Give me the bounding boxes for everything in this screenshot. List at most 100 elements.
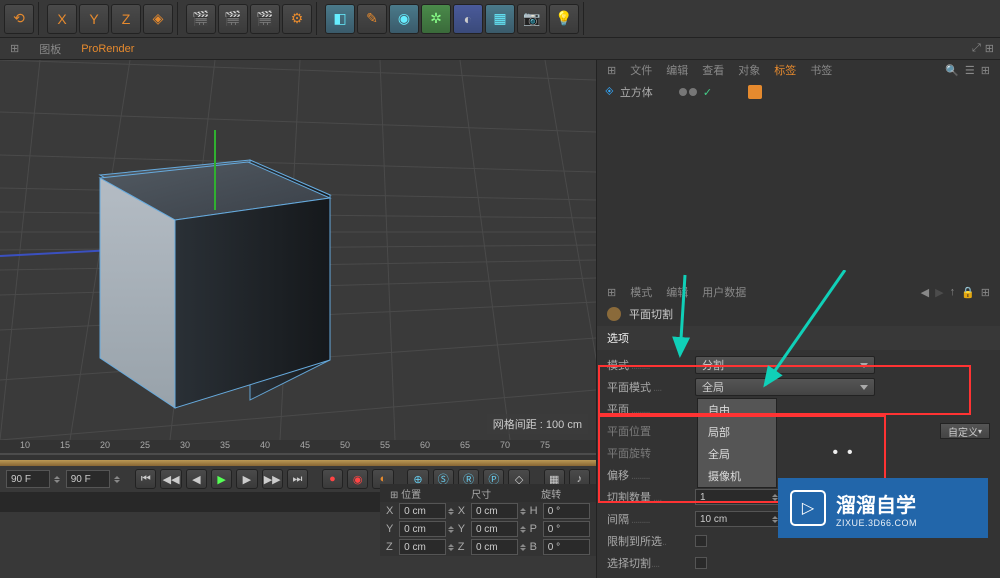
goto-end-button[interactable]: ⏭ (287, 469, 308, 489)
undo-icon[interactable]: ⟲ (4, 4, 34, 34)
grid-icon[interactable]: ⊞ (607, 64, 616, 77)
end-frame-input[interactable] (66, 470, 110, 488)
tl-mark: 15 (60, 440, 70, 450)
gap-input[interactable]: 10 cm (695, 511, 785, 527)
panel-menu-icon[interactable]: ⊞ (981, 286, 990, 299)
play-logo-icon: ▷ (790, 490, 826, 526)
prev-key-button[interactable]: ◀◀ (160, 469, 181, 489)
selcut-checkbox[interactable] (695, 557, 707, 569)
tab-bar: ⊞ 图板 ProRender ⤢ ⊞ (0, 38, 1000, 60)
pen-tool-icon[interactable]: ✎ (357, 4, 387, 34)
tl-mark: 70 (500, 440, 510, 450)
tl-mark: 40 (260, 440, 270, 450)
goto-start-button[interactable]: ⏮ (135, 469, 156, 489)
dd-free[interactable]: 自由 (698, 399, 776, 421)
render-settings-button[interactable]: ⚙ (282, 4, 312, 34)
viewport-3d[interactable]: 网格间距 : 100 cm (0, 60, 596, 440)
tl-mark: 20 (100, 440, 110, 450)
plane-mode-dropdown[interactable]: 自由 局部 全局 摄像机 (697, 398, 777, 488)
nav-fwd-icon[interactable]: ▶ (935, 286, 943, 299)
prev-frame-button[interactable]: ◀ (186, 469, 207, 489)
next-frame-button[interactable]: ▶ (236, 469, 257, 489)
tl-mark: 25 (140, 440, 150, 450)
layout-menu-icon[interactable]: ⊞ (985, 42, 994, 55)
play-button[interactable]: ▶ (211, 469, 232, 489)
tl-mark: 45 (300, 440, 310, 450)
render-queue-button[interactable]: 🎬 (250, 4, 280, 34)
cube-primitive-icon[interactable]: ◧ (325, 4, 355, 34)
expand-icon[interactable]: ⤢ (972, 42, 981, 55)
next-key-button[interactable]: ▶▶ (262, 469, 283, 489)
phong-tag-icon[interactable] (748, 85, 762, 99)
dd-local[interactable]: 局部 (698, 421, 776, 443)
om-tab-object[interactable]: 对象 (738, 62, 760, 78)
axis-x-button[interactable]: X (47, 4, 77, 34)
attr-row-plane: 平面 ......... (597, 398, 1000, 420)
cube-icon: 🞚 (605, 86, 614, 99)
om-tab-edit[interactable]: 编辑 (666, 62, 688, 78)
record-button[interactable]: ● (322, 469, 343, 489)
x-pos-input[interactable]: 0 cm (399, 503, 446, 519)
object-row-cube[interactable]: 🞚 立方体 ✓ (597, 80, 1000, 104)
om-tab-view[interactable]: 查看 (702, 62, 724, 78)
om-tab-tags[interactable]: 标签 (774, 62, 796, 78)
grid-info: 网格间距 : 100 cm (487, 414, 588, 434)
om-tab-bookmarks[interactable]: 书签 (810, 62, 832, 78)
tl-mark: 50 (340, 440, 350, 450)
watermark-sub: ZIXUE.3D66.COM (836, 518, 917, 528)
search-icon[interactable]: 🔍 (945, 64, 959, 77)
axis-y-button[interactable]: Y (79, 4, 109, 34)
autokey-button[interactable]: ◉ (347, 469, 368, 489)
dd-global[interactable]: 全局 (698, 443, 776, 465)
z-size-input[interactable]: 0 cm (471, 539, 518, 555)
top-toolbar: ⟲ X Y Z ◈ 🎬 🎬 🎬 ⚙ ◧ ✎ ◉ ✲ ◐ ▦ 📷 💡 (0, 0, 1000, 38)
environment-icon[interactable]: ▦ (485, 4, 515, 34)
axis-z-button[interactable]: Z (111, 4, 141, 34)
z-pos-input[interactable]: 0 cm (399, 539, 446, 555)
tl-mark: 55 (380, 440, 390, 450)
filter-icon[interactable]: ☰ (965, 64, 975, 77)
nav-back-icon[interactable]: ◀ (921, 286, 929, 299)
tl-mark: 65 (460, 440, 470, 450)
tl-mark: 60 (420, 440, 430, 450)
renderer-tab[interactable]: ProRender (81, 43, 134, 55)
timeline[interactable]: 10 15 20 25 30 35 40 45 50 55 60 65 70 7… (0, 440, 596, 460)
p-rot-input[interactable]: 0 ° (543, 521, 590, 537)
global-axis-icon[interactable]: ◈ (143, 4, 173, 34)
x-size-input[interactable]: 0 cm (471, 503, 518, 519)
tl-mark: 30 (180, 440, 190, 450)
attr-row-plane-rot: 平面旋转 • • (597, 442, 1000, 464)
start-frame-input[interactable] (6, 470, 50, 488)
object-name: 立方体 (620, 84, 653, 100)
lock-icon[interactable]: 🔒 (961, 286, 975, 299)
tl-mark: 10 (20, 440, 30, 450)
limit-checkbox[interactable] (695, 535, 707, 547)
attr-row-selcut: 选择切割.... (597, 552, 1000, 574)
grid-floor-icon (0, 60, 596, 440)
deformer-icon[interactable]: ◐ (453, 4, 483, 34)
light-icon[interactable]: 💡 (549, 4, 579, 34)
nurbs-icon[interactable]: ◉ (389, 4, 419, 34)
object-manager: ⊞ 文件 编辑 查看 对象 标签 书签 🔍 ☰ ⊞ 🞚 立方体 ✓ (597, 60, 1000, 282)
h-rot-input[interactable]: 0 ° (543, 503, 590, 519)
nav-up-icon[interactable]: ↑ (950, 286, 956, 298)
render-region-button[interactable]: 🎬 (218, 4, 248, 34)
camera-icon[interactable]: 📷 (517, 4, 547, 34)
custom-button[interactable]: 自定义▾ (940, 423, 990, 439)
tl-mark: 35 (220, 440, 230, 450)
om-tab-file[interactable]: 文件 (630, 62, 652, 78)
generator-icon[interactable]: ✲ (421, 4, 451, 34)
b-rot-input[interactable]: 0 ° (543, 539, 590, 555)
tl-mark: 75 (540, 440, 550, 450)
render-button[interactable]: 🎬 (186, 4, 216, 34)
viewport-grid-icon[interactable]: ⊞ (10, 42, 19, 55)
coord-panel: ⊞ 位置 尺寸 旋转 X 0 cm X 0 cm H 0 ° Y 0 cm Y … (380, 484, 596, 556)
attr-row-plane-pos: 平面位置 自定义▾ (597, 420, 1000, 442)
viewport-mode-tab[interactable]: 图板 (39, 41, 61, 57)
panel-menu-icon[interactable]: ⊞ (981, 64, 990, 77)
y-pos-input[interactable]: 0 cm (399, 521, 446, 537)
watermark-title: 溜溜自学 (836, 489, 917, 518)
dd-camera[interactable]: 摄像机 (698, 465, 776, 487)
cuts-input[interactable]: 1 (695, 489, 785, 505)
y-size-input[interactable]: 0 cm (471, 521, 518, 537)
